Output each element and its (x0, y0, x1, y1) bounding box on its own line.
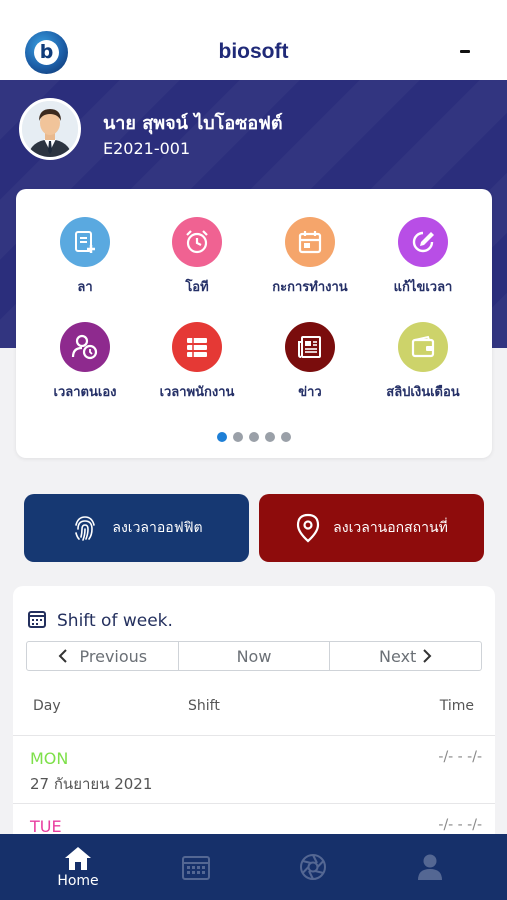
home-icon (63, 845, 93, 872)
calendar-icon (181, 853, 211, 881)
menu-item-label: เวลาพนักงาน (159, 385, 235, 400)
nav-aperture[interactable] (288, 834, 338, 900)
next-week-button[interactable]: Next (330, 642, 481, 670)
menu-item-label: ข่าว (298, 385, 322, 400)
day-date: 27 กันยายน 2021 (30, 775, 153, 793)
calendar-icon (27, 609, 47, 633)
column-header-time: Time (439, 698, 474, 714)
menu-item-label: โอที (185, 280, 209, 295)
menu-dash-icon[interactable] (460, 50, 470, 53)
edit-icon (398, 217, 448, 267)
column-header-day: Day (33, 698, 61, 714)
menu-item-my-time[interactable]: เวลาตนเอง (30, 322, 140, 402)
day-name: MON (30, 749, 69, 768)
page-dot[interactable] (265, 432, 275, 442)
nav-calendar[interactable] (171, 834, 221, 900)
fingerprint-icon (70, 513, 100, 543)
nav-profile[interactable] (405, 834, 455, 900)
menu-item-staff-time[interactable]: เวลาพนักงาน (142, 322, 252, 402)
now-label: Now (236, 646, 272, 666)
user-icon (417, 853, 443, 881)
column-header-shift: Shift (188, 698, 220, 714)
quick-menu-card: ลา โอที กะการทำงาน แก้ไขเวลา เวลาตนเอง เ… (16, 189, 492, 458)
chevron-left-icon (58, 648, 68, 664)
divider (13, 735, 495, 736)
previous-week-button[interactable]: Previous (27, 642, 179, 670)
menu-item-edit-time[interactable]: แก้ไขเวลา (368, 217, 478, 297)
app-title: biosoft (218, 40, 289, 63)
list-icon (172, 322, 222, 372)
next-label: Next (379, 646, 417, 666)
aperture-icon (299, 853, 327, 881)
employee-id: E2021-001 (103, 139, 191, 158)
divider (13, 803, 495, 804)
page-dot[interactable] (281, 432, 291, 442)
day-time: -/- - -/- (438, 749, 482, 765)
shift-header: Shift of week. (27, 609, 173, 633)
alarm-clock-icon (172, 217, 222, 267)
top-app-bar: b biosoft (0, 0, 507, 80)
menu-item-shift[interactable]: กะการทำงาน (255, 217, 365, 297)
nav-home[interactable]: Home (53, 834, 103, 900)
calendar-icon (285, 217, 335, 267)
page-dot[interactable] (249, 432, 259, 442)
menu-item-label: ลา (77, 280, 93, 295)
leave-form-icon (60, 217, 110, 267)
clock-in-outside-button[interactable]: ลงเวลานอกสถานที่ (259, 494, 484, 562)
nav-home-label: Home (57, 873, 99, 889)
menu-item-label: สลิปเงินเดือน (386, 385, 460, 400)
clock-in-office-button[interactable]: ลงเวลาออฟฟิต (24, 494, 249, 562)
previous-label: Previous (79, 646, 148, 666)
menu-item-payslip[interactable]: สลิปเงินเดือน (368, 322, 478, 402)
shift-title: Shift of week. (57, 611, 173, 631)
menu-item-label: แก้ไขเวลา (393, 280, 453, 295)
menu-item-news[interactable]: ข่าว (255, 322, 365, 402)
menu-item-label: กะการทำงาน (272, 280, 348, 295)
location-pin-icon (295, 513, 321, 543)
avatar[interactable] (19, 98, 81, 160)
user-name: นาย สุพจน์ ไบโอซอฟต์ (103, 113, 283, 134)
newspaper-icon (285, 322, 335, 372)
clock-in-office-label: ลงเวลาออฟฟิต (112, 520, 203, 536)
day-time: -/- - -/- (438, 817, 482, 833)
week-navigator: Previous Now Next (26, 641, 482, 671)
menu-item-leave[interactable]: ลา (30, 217, 140, 297)
current-week-button[interactable]: Now (179, 642, 331, 670)
page-dot[interactable] (217, 432, 227, 442)
bottom-navigation: Home (0, 834, 507, 900)
user-clock-icon (60, 322, 110, 372)
menu-item-label: เวลาตนเอง (53, 385, 117, 400)
chevron-right-icon (422, 648, 432, 664)
wallet-icon (398, 322, 448, 372)
page-dot[interactable] (233, 432, 243, 442)
clock-in-outside-label: ลงเวลานอกสถานที่ (333, 520, 448, 536)
page-indicator[interactable] (16, 427, 492, 446)
menu-item-ot[interactable]: โอที (142, 217, 252, 297)
